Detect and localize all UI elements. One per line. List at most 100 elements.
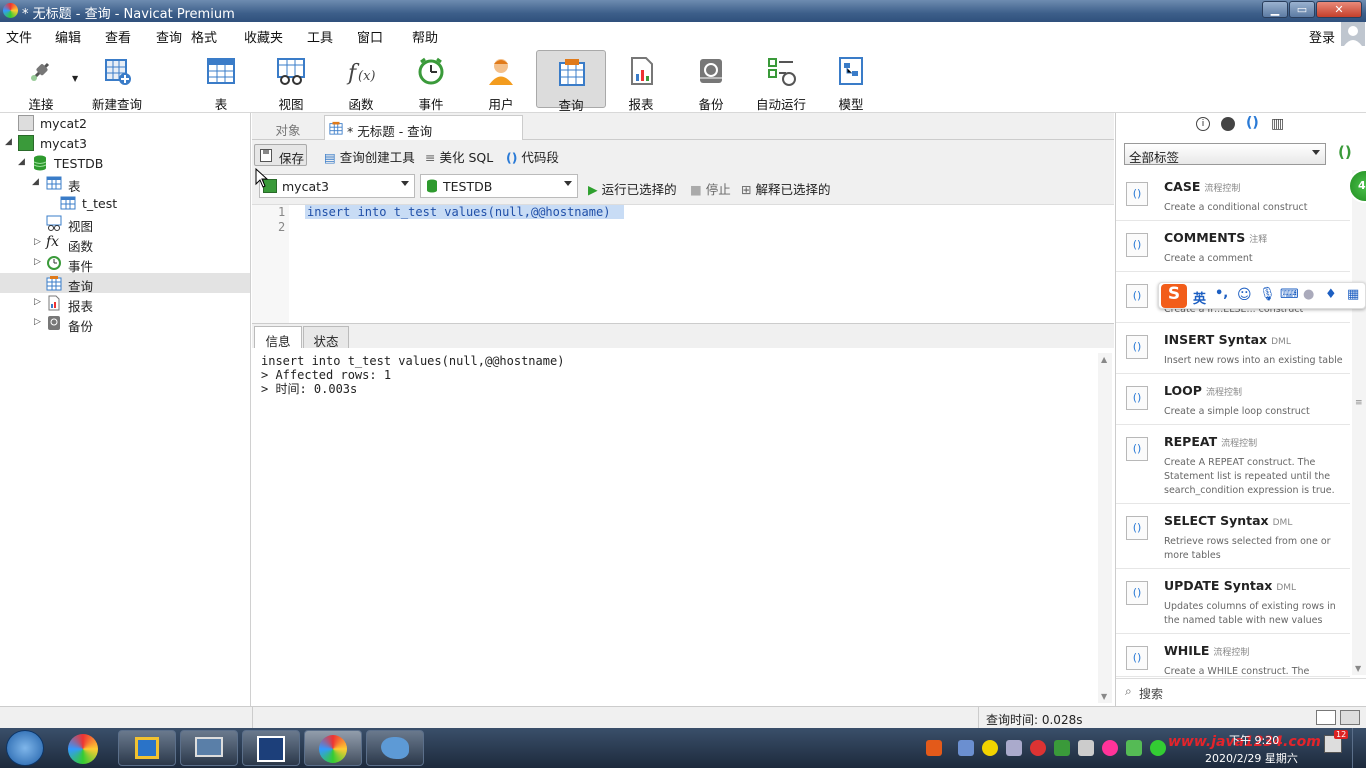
menu-window[interactable]: 窗口 — [357, 27, 383, 46]
tray-flower-icon[interactable] — [1102, 740, 1118, 756]
snippet-item[interactable]: () LOOP 流程控制 Create a simple loop constru… — [1116, 374, 1350, 425]
tray-network-icon[interactable] — [958, 740, 974, 756]
toolbar-backup[interactable]: 备份 — [678, 50, 744, 112]
toolbar-table[interactable]: 表 — [188, 50, 254, 112]
user-avatar-icon[interactable] — [1341, 22, 1365, 46]
toolbar-view[interactable]: 视图 — [258, 50, 324, 112]
tree-item-queries[interactable]: 查询 — [0, 273, 250, 294]
snippet-item[interactable]: () SELECT Syntax DML Retrieve rows select… — [1116, 504, 1350, 569]
toolbar-new-query[interactable]: 新建查询 — [84, 50, 150, 112]
microphone-icon[interactable]: 🎙 — [1259, 287, 1276, 302]
panel-layout-icon[interactable]: ▥ — [1271, 116, 1284, 132]
taskbar-app-2[interactable] — [118, 730, 176, 766]
taskbar-app-1[interactable] — [56, 730, 114, 766]
info-icon[interactable]: i — [1196, 117, 1210, 131]
scroll-down-icon[interactable]: ▼ — [1355, 664, 1361, 673]
toolbar-user[interactable]: 用户 — [468, 50, 534, 112]
taskbar-app-navicat[interactable] — [304, 730, 362, 766]
tree-item-functions[interactable]: ▷ fx 函数 — [0, 233, 250, 254]
collapsed-arrow-icon[interactable]: ▷ — [34, 257, 41, 267]
scroll-down-icon[interactable]: ▼ — [1101, 692, 1107, 701]
tree-item-backups[interactable]: ▷ 备份 — [0, 313, 250, 334]
expanded-arrow-icon[interactable]: ◢ — [5, 137, 12, 147]
toolbar-query[interactable]: 查询 — [536, 50, 606, 113]
scroll-grip-icon[interactable]: ≡ — [1355, 398, 1363, 408]
scroll-up-icon[interactable]: ▲ — [1101, 355, 1107, 364]
menu-file[interactable]: 文件 — [6, 27, 32, 46]
tab-query[interactable]: * 无标题 - 查询 — [324, 115, 523, 140]
collapsed-arrow-icon[interactable]: ▷ — [34, 317, 41, 327]
tree-item-tables[interactable]: ◢ 表 — [0, 173, 250, 194]
taskbar-app-4[interactable] — [242, 730, 300, 766]
clock-time[interactable]: 下午 9:20 — [1229, 732, 1279, 748]
emoji-icon[interactable]: ☺ — [1237, 287, 1252, 303]
tree-item-testdb[interactable]: ◢ TESTDB — [0, 153, 250, 173]
stop-button[interactable]: ■ 停止 — [690, 176, 731, 198]
collapsed-arrow-icon[interactable]: ▷ — [34, 237, 41, 247]
expanded-arrow-icon[interactable]: ◢ — [32, 177, 39, 187]
beautify-sql-button[interactable]: ≡ 美化 SQL — [425, 144, 493, 166]
tree-item-mycat3[interactable]: ◢ mycat3 — [0, 133, 250, 153]
menu-favorites[interactable]: 收藏夹 — [244, 27, 283, 46]
layout-split-icon[interactable] — [1316, 710, 1336, 725]
sogou-logo-icon[interactable]: S — [1161, 284, 1187, 308]
skin-icon[interactable]: ♦ — [1325, 287, 1337, 302]
braces-icon[interactable]: () — [1246, 115, 1259, 131]
tray-antivirus-icon[interactable] — [1030, 740, 1046, 756]
connection-select[interactable]: mycat3 — [259, 174, 415, 198]
save-button[interactable]: 保存 — [254, 144, 307, 166]
tab-message[interactable]: 信息 — [254, 326, 302, 349]
tray-shield-icon[interactable] — [1054, 740, 1070, 756]
sql-editor[interactable]: 1 2 insert into t_test values(null,@@hos… — [252, 204, 1114, 323]
tree-item-t-test[interactable]: t_test — [0, 193, 250, 213]
toolbar-connect[interactable]: 连接 — [8, 50, 74, 112]
user-icon[interactable]: ● — [1303, 287, 1314, 302]
tree-item-views[interactable]: 视图 — [0, 213, 250, 234]
connect-dropdown-icon[interactable]: ▼ — [72, 74, 78, 83]
query-builder-button[interactable]: ▤ 查询创建工具 — [324, 144, 415, 166]
tree-item-events[interactable]: ▷ 事件 — [0, 253, 250, 274]
maximize-button[interactable]: ▭ — [1289, 1, 1315, 18]
snippet-item[interactable]: () UPDATE Syntax DML Updates columns of e… — [1116, 569, 1350, 634]
snippet-item[interactable]: () COMMENTS 注释 Create a comment — [1116, 221, 1350, 272]
collapsed-arrow-icon[interactable]: ▷ — [34, 297, 41, 307]
snippet-search[interactable]: ⌕ 搜索 — [1116, 678, 1366, 705]
grid-icon[interactable]: ▦ — [1347, 287, 1359, 302]
snippet-item[interactable]: () INSERT Syntax DML Insert new rows into… — [1116, 323, 1350, 374]
tab-status[interactable]: 状态 — [303, 326, 349, 349]
taskbar-app-6[interactable] — [366, 730, 424, 766]
show-desktop-button[interactable] — [1352, 728, 1366, 768]
result-scrollbar[interactable]: ▲ ▼ — [1098, 353, 1112, 703]
menu-help[interactable]: 帮助 — [412, 27, 438, 46]
snippet-item[interactable]: () WHILE 流程控制 Create a WHILE construct. T… — [1116, 634, 1350, 677]
ime-punct-toggle[interactable]: •, — [1215, 286, 1228, 301]
keyboard-icon[interactable]: ⌨ — [1280, 287, 1299, 302]
eye-icon[interactable] — [1221, 117, 1235, 131]
menu-tools[interactable]: 工具 — [307, 27, 333, 46]
close-button[interactable]: ✕ — [1316, 1, 1362, 18]
login-link[interactable]: 登录 — [1309, 27, 1335, 46]
ime-lang-toggle[interactable]: 英 — [1193, 288, 1206, 307]
tray-wechat-icon[interactable] — [1150, 740, 1166, 756]
tree-item-mycat2[interactable]: mycat2 — [0, 113, 250, 133]
tree-item-reports[interactable]: ▷ 报表 — [0, 293, 250, 314]
start-button-icon[interactable] — [6, 730, 44, 766]
snippet-item[interactable]: () CASE 流程控制 Create a conditional constru… — [1116, 170, 1350, 221]
expanded-arrow-icon[interactable]: ◢ — [18, 157, 25, 167]
tray-sogou-icon[interactable] — [926, 740, 942, 756]
tab-objects[interactable]: 对象 — [252, 115, 324, 140]
run-selected-button[interactable]: ▶ 运行已选择的 — [588, 176, 677, 198]
layout-panel-icon[interactable] — [1340, 710, 1360, 725]
snippet-scrollbar[interactable]: ≡ ▼ — [1352, 170, 1366, 675]
add-snippet-icon[interactable]: () — [1338, 143, 1352, 161]
snippet-item[interactable]: () REPEAT 流程控制 Create A REPEAT construct.… — [1116, 425, 1350, 504]
taskbar-app-3[interactable] — [180, 730, 238, 766]
menu-format[interactable]: 格式 — [191, 27, 217, 46]
tray-display-icon[interactable] — [1006, 740, 1022, 756]
menu-view[interactable]: 查看 — [105, 27, 131, 46]
search-input[interactable]: 搜索 — [1139, 685, 1163, 702]
code-snippet-button[interactable]: () 代码段 — [506, 144, 559, 166]
minimize-button[interactable]: ▁ — [1262, 1, 1288, 18]
toolbar-report[interactable]: 报表 — [608, 50, 674, 112]
explain-selected-button[interactable]: ⊞ 解释已选择的 — [741, 176, 830, 198]
